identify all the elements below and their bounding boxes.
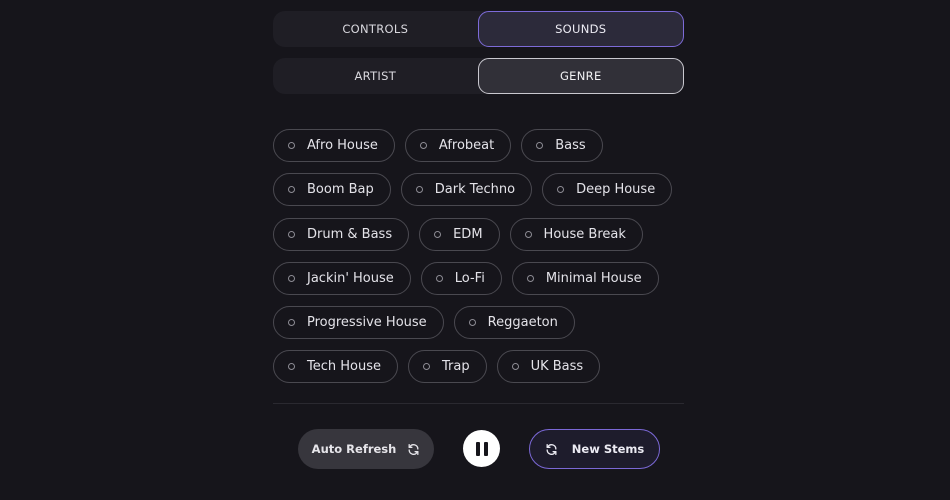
radio-dot-icon [423, 363, 430, 371]
refresh-icon [545, 443, 558, 456]
chip-row: Boom Bap Dark Techno Deep House [273, 173, 693, 207]
genre-chip-label: Jackin' House [307, 270, 394, 286]
genre-chip[interactable]: Boom Bap [273, 173, 391, 207]
genre-chip[interactable]: Bass [521, 129, 603, 162]
genre-chip-label: Minimal House [545, 270, 642, 286]
radio-dot-icon [524, 230, 532, 238]
radio-dot-icon [468, 319, 476, 327]
genre-chip-label: Afrobeat [438, 138, 495, 153]
pause-button[interactable] [463, 430, 500, 467]
genre-chip-label: Progressive House [307, 315, 427, 331]
genre-chip[interactable]: House Break [509, 217, 643, 251]
genre-chip-label: Drum & Bass [307, 226, 393, 242]
genre-chip-label: Afro House [307, 138, 378, 153]
genre-chip[interactable]: Drum & Bass [273, 217, 410, 251]
genre-chip-list: Afro House Afrobeat Bass Boom Bap Dark T… [273, 129, 693, 395]
genre-chip[interactable]: Tech House [273, 350, 398, 384]
genre-chip[interactable]: Jackin' House [273, 261, 411, 295]
genre-chip[interactable]: Lo-Fi [420, 261, 502, 295]
auto-refresh-button[interactable]: Auto Refresh [298, 429, 434, 469]
secondary-tabs: ARTIST GENRE [273, 58, 684, 94]
refresh-icon [407, 443, 420, 456]
radio-dot-icon [536, 142, 544, 149]
chip-row: Tech House Trap UK Bass [273, 350, 693, 384]
auto-refresh-label: Auto Refresh [311, 442, 397, 456]
genre-chip[interactable]: Afrobeat [404, 129, 512, 162]
genre-chip[interactable]: UK Bass [496, 350, 601, 384]
genre-chip[interactable]: EDM [419, 217, 500, 251]
chip-row: Afro House Afrobeat Bass [273, 129, 693, 162]
radio-dot-icon [288, 319, 295, 327]
genre-chip[interactable]: Minimal House [511, 261, 659, 295]
radio-dot-icon [288, 230, 295, 238]
radio-dot-icon [288, 274, 295, 282]
genre-chip[interactable]: Dark Techno [400, 173, 533, 207]
genre-chip-label: Boom Bap [307, 182, 374, 198]
new-stems-button[interactable]: New Stems [529, 429, 660, 469]
new-stems-label: New Stems [571, 442, 645, 456]
radio-dot-icon [434, 230, 442, 238]
radio-dot-icon [288, 142, 295, 149]
radio-dot-icon [511, 363, 519, 371]
genre-chip[interactable]: Afro House [273, 129, 395, 162]
radio-dot-icon [435, 274, 443, 282]
chip-row: Progressive House Reggaeton [273, 306, 693, 340]
genre-chip-label: Reggaeton [487, 315, 558, 331]
radio-dot-icon [288, 186, 295, 194]
genre-chip[interactable]: Trap [408, 350, 487, 384]
chip-row: Drum & Bass EDM House Break [273, 217, 693, 251]
genre-chip-label: Lo-Fi [454, 270, 485, 286]
pause-icon [475, 441, 489, 457]
radio-dot-icon [526, 274, 534, 282]
radio-dot-icon [415, 186, 423, 194]
chip-row: Jackin' House Lo-Fi Minimal House [273, 261, 693, 295]
genre-chip[interactable]: Deep House [542, 173, 673, 207]
genre-chip-label: Tech House [307, 359, 381, 375]
radio-dot-icon [557, 186, 565, 194]
tab-genre[interactable]: GENRE [477, 58, 684, 94]
genre-chip-label: Trap [442, 359, 470, 375]
genre-chip-label: EDM [453, 226, 483, 242]
tab-artist[interactable]: ARTIST [273, 58, 478, 94]
genre-chip-label: Deep House [576, 182, 656, 198]
divider [273, 403, 684, 404]
genre-chip-label: UK Bass [530, 359, 584, 375]
tab-controls[interactable]: CONTROLS [273, 11, 478, 47]
genre-chip-label: House Break [543, 226, 626, 242]
primary-tabs: CONTROLS SOUNDS [273, 11, 684, 47]
genre-chip[interactable]: Reggaeton [453, 306, 575, 340]
tab-sounds[interactable]: SOUNDS [477, 11, 684, 47]
genre-chip-label: Dark Techno [434, 182, 516, 198]
genre-chip-label: Bass [555, 138, 586, 153]
radio-dot-icon [288, 363, 295, 371]
tab-panel: CONTROLS SOUNDS ARTIST GENRE [273, 11, 684, 105]
genre-chip[interactable]: Progressive House [273, 306, 444, 340]
radio-dot-icon [419, 142, 427, 149]
